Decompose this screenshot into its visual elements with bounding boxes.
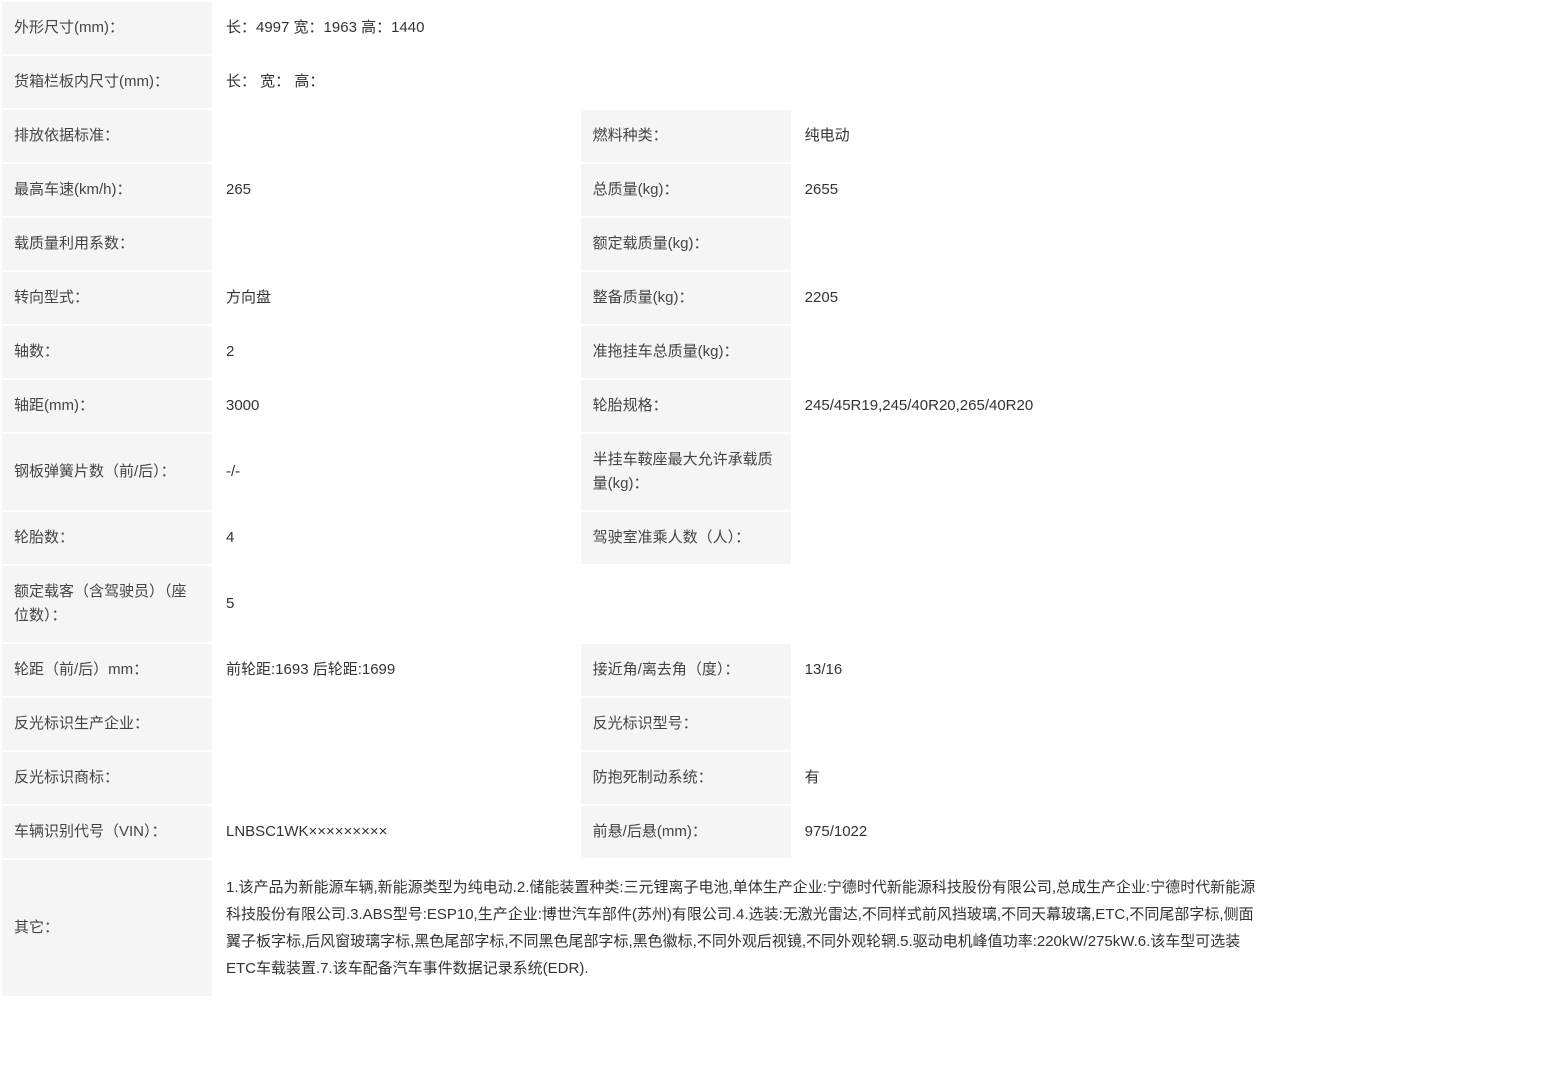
value-track-width: 前轮距:1693 后轮距:1699 [214, 644, 579, 696]
label-abs: 防抱死制动系统： [581, 752, 791, 804]
table-row: 转向型式： 方向盘 整备质量(kg)： 2205 [2, 272, 1278, 324]
value-other: 1.该产品为新能源车辆,新能源类型为纯电动.2.储能装置种类:三元锂离子电池,单… [214, 860, 1278, 996]
value-abs: 有 [793, 752, 1278, 804]
value-vin: LNBSC1WK××××××××× [214, 806, 579, 858]
label-max-speed: 最高车速(km/h)： [2, 164, 212, 216]
value-wheelbase: 3000 [214, 380, 579, 432]
table-row: 轮距（前/后）mm： 前轮距:1693 后轮距:1699 接近角/离去角（度）：… [2, 644, 1278, 696]
value-emission-standard [214, 110, 579, 162]
label-total-mass: 总质量(kg)： [581, 164, 791, 216]
table-row: 其它： 1.该产品为新能源车辆,新能源类型为纯电动.2.储能装置种类:三元锂离子… [2, 860, 1278, 996]
label-leaf-spring: 钢板弹簧片数（前/后）： [2, 434, 212, 510]
label-reflector-model: 反光标识型号： [581, 698, 791, 750]
table-row: 车辆识别代号（VIN）： LNBSC1WK××××××××× 前悬/后悬(mm)… [2, 806, 1278, 858]
table-row: 排放依据标准： 燃料种类： 纯电动 [2, 110, 1278, 162]
label-dimensions: 外形尺寸(mm)： [2, 2, 212, 54]
table-row: 货箱栏板内尺寸(mm)： 长： 宽： 高： [2, 56, 1278, 108]
value-load-factor [214, 218, 579, 270]
value-reflector-maker [214, 698, 579, 750]
value-approach-angle: 13/16 [793, 644, 1278, 696]
value-max-speed: 265 [214, 164, 579, 216]
value-fuel-type: 纯电动 [793, 110, 1278, 162]
table-row: 最高车速(km/h)： 265 总质量(kg)： 2655 [2, 164, 1278, 216]
value-saddle-load [793, 434, 1278, 510]
label-approach-angle: 接近角/离去角（度）： [581, 644, 791, 696]
label-wheelbase: 轴距(mm)： [2, 380, 212, 432]
value-dimensions: 长：4997 宽：1963 高：1440 [214, 2, 1278, 54]
label-cab-capacity: 驾驶室准乘人数（人）： [581, 512, 791, 564]
label-reflector-brand: 反光标识商标： [2, 752, 212, 804]
label-saddle-load: 半挂车鞍座最大允许承载质量(kg)： [581, 434, 791, 510]
value-tire-spec: 245/45R19,245/40R20,265/40R20 [793, 380, 1278, 432]
value-cab-capacity [793, 512, 1278, 564]
value-reflector-brand [214, 752, 579, 804]
label-emission-standard: 排放依据标准： [2, 110, 212, 162]
value-total-mass: 2655 [793, 164, 1278, 216]
label-tire-spec: 轮胎规格： [581, 380, 791, 432]
label-cargo-dimensions: 货箱栏板内尺寸(mm)： [2, 56, 212, 108]
label-rated-load: 额定载质量(kg)： [581, 218, 791, 270]
table-row: 轴距(mm)： 3000 轮胎规格： 245/45R19,245/40R20,2… [2, 380, 1278, 432]
table-row: 钢板弹簧片数（前/后）： -/- 半挂车鞍座最大允许承载质量(kg)： [2, 434, 1278, 510]
label-vin: 车辆识别代号（VIN）： [2, 806, 212, 858]
vehicle-spec-table: 外形尺寸(mm)： 长：4997 宽：1963 高：1440 货箱栏板内尺寸(m… [0, 0, 1280, 998]
label-other: 其它： [2, 860, 212, 996]
label-rated-passengers: 额定载客（含驾驶员）（座位数）： [2, 566, 212, 642]
label-fuel-type: 燃料种类： [581, 110, 791, 162]
table-row: 载质量利用系数： 额定载质量(kg)： [2, 218, 1278, 270]
value-rated-passengers: 5 [214, 566, 1278, 642]
value-trailer-mass [793, 326, 1278, 378]
value-axle-count: 2 [214, 326, 579, 378]
value-reflector-model [793, 698, 1278, 750]
table-row: 额定载客（含驾驶员）（座位数）： 5 [2, 566, 1278, 642]
label-axle-count: 轴数： [2, 326, 212, 378]
value-leaf-spring: -/- [214, 434, 579, 510]
value-curb-weight: 2205 [793, 272, 1278, 324]
table-row: 反光标识商标： 防抱死制动系统： 有 [2, 752, 1278, 804]
label-reflector-maker: 反光标识生产企业： [2, 698, 212, 750]
table-row: 轴数： 2 准拖挂车总质量(kg)： [2, 326, 1278, 378]
value-steering-type: 方向盘 [214, 272, 579, 324]
table-row: 轮胎数： 4 驾驶室准乘人数（人）： [2, 512, 1278, 564]
label-curb-weight: 整备质量(kg)： [581, 272, 791, 324]
label-overhang: 前悬/后悬(mm)： [581, 806, 791, 858]
value-overhang: 975/1022 [793, 806, 1278, 858]
value-cargo-dimensions: 长： 宽： 高： [214, 56, 1278, 108]
label-track-width: 轮距（前/后）mm： [2, 644, 212, 696]
label-trailer-mass: 准拖挂车总质量(kg)： [581, 326, 791, 378]
label-tire-count: 轮胎数： [2, 512, 212, 564]
table-row: 外形尺寸(mm)： 长：4997 宽：1963 高：1440 [2, 2, 1278, 54]
label-steering-type: 转向型式： [2, 272, 212, 324]
value-tire-count: 4 [214, 512, 579, 564]
value-rated-load [793, 218, 1278, 270]
table-row: 反光标识生产企业： 反光标识型号： [2, 698, 1278, 750]
label-load-factor: 载质量利用系数： [2, 218, 212, 270]
